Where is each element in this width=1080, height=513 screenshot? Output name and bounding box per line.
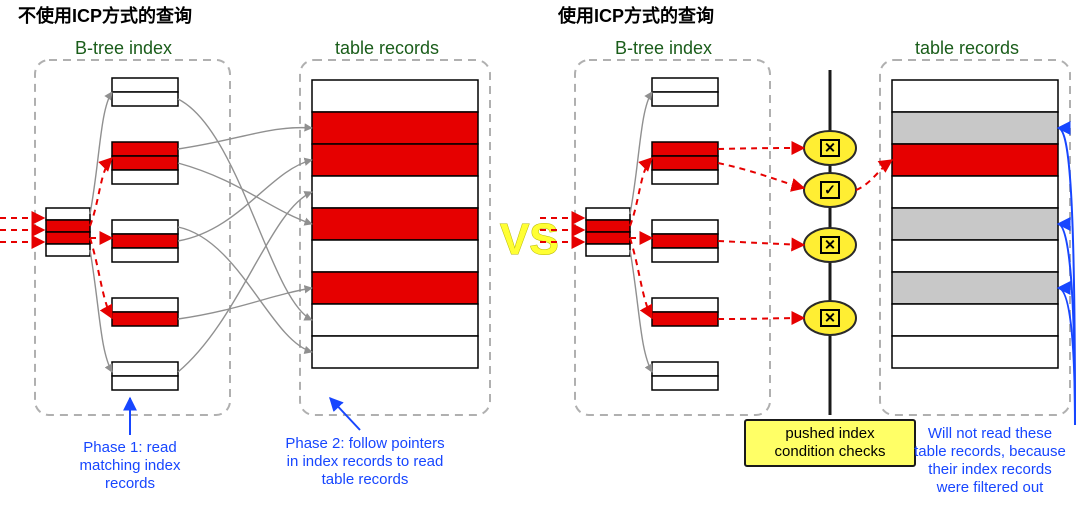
ptr bbox=[178, 128, 312, 149]
skip-note-l4: were filtered out bbox=[936, 479, 1045, 496]
right-btree-label: B-tree index bbox=[615, 38, 712, 58]
filter-chip-4: ✕ bbox=[804, 301, 856, 335]
reject-icon: ✕ bbox=[824, 237, 836, 253]
left-btree-label: B-tree index bbox=[75, 38, 172, 58]
left-btree-root bbox=[46, 208, 90, 256]
vs-label: VS bbox=[500, 215, 559, 264]
reject-icon: ✕ bbox=[824, 310, 836, 326]
skip-note-l1: Will not read these bbox=[928, 425, 1052, 442]
grey-link bbox=[630, 92, 652, 214]
filter-chip-2: ✓ bbox=[804, 173, 856, 207]
diagram-root: 不使用ICP方式的查询 B-tree index table records bbox=[0, 0, 1080, 513]
to-filter bbox=[718, 241, 804, 245]
filter-chip-1: ✕ bbox=[804, 131, 856, 165]
skip-arrow bbox=[1058, 128, 1075, 425]
left-btree-internal bbox=[112, 78, 178, 390]
filter-chip-3: ✕ bbox=[804, 228, 856, 262]
ptr bbox=[178, 160, 312, 241]
left-table-rows bbox=[312, 80, 478, 368]
ptr bbox=[178, 192, 312, 372]
phase1-text-l2: matching index bbox=[80, 457, 181, 474]
phase1-text-l1: Phase 1: read bbox=[83, 439, 176, 456]
ptr bbox=[178, 163, 312, 224]
grey-link bbox=[90, 250, 112, 372]
ptr bbox=[178, 288, 312, 319]
skip-note-l3: their index records bbox=[928, 461, 1051, 478]
accept-arrow bbox=[856, 160, 892, 190]
phase2-text-l3: table records bbox=[322, 471, 409, 488]
pushed-label-l1: pushed index bbox=[785, 425, 875, 442]
phase1-text-l3: records bbox=[105, 475, 155, 492]
right-table-rows bbox=[892, 80, 1058, 368]
left-table-label: table records bbox=[335, 38, 439, 58]
right-title: 使用ICP方式的查询 bbox=[557, 5, 714, 26]
pushed-label-l2: condition checks bbox=[775, 443, 886, 460]
skip-note-l2: table records, because bbox=[914, 443, 1066, 460]
grey-link bbox=[630, 250, 652, 372]
ptr bbox=[178, 227, 312, 352]
phase2-text-l2: in index records to read bbox=[287, 453, 444, 470]
right-table-label: table records bbox=[915, 38, 1019, 58]
right-btree-root bbox=[586, 208, 630, 256]
left-title: 不使用ICP方式的查询 bbox=[18, 5, 192, 26]
right-btree-internal bbox=[652, 78, 718, 390]
reject-icon: ✕ bbox=[824, 140, 836, 156]
to-filter bbox=[718, 318, 804, 319]
phase2-text-l1: Phase 2: follow pointers bbox=[285, 435, 444, 452]
grey-link bbox=[90, 92, 112, 214]
red-link bbox=[90, 238, 112, 318]
to-filter bbox=[718, 163, 804, 188]
accept-icon: ✓ bbox=[824, 182, 836, 198]
ptr bbox=[178, 99, 312, 320]
red-link bbox=[630, 238, 652, 318]
to-filter bbox=[718, 148, 804, 149]
